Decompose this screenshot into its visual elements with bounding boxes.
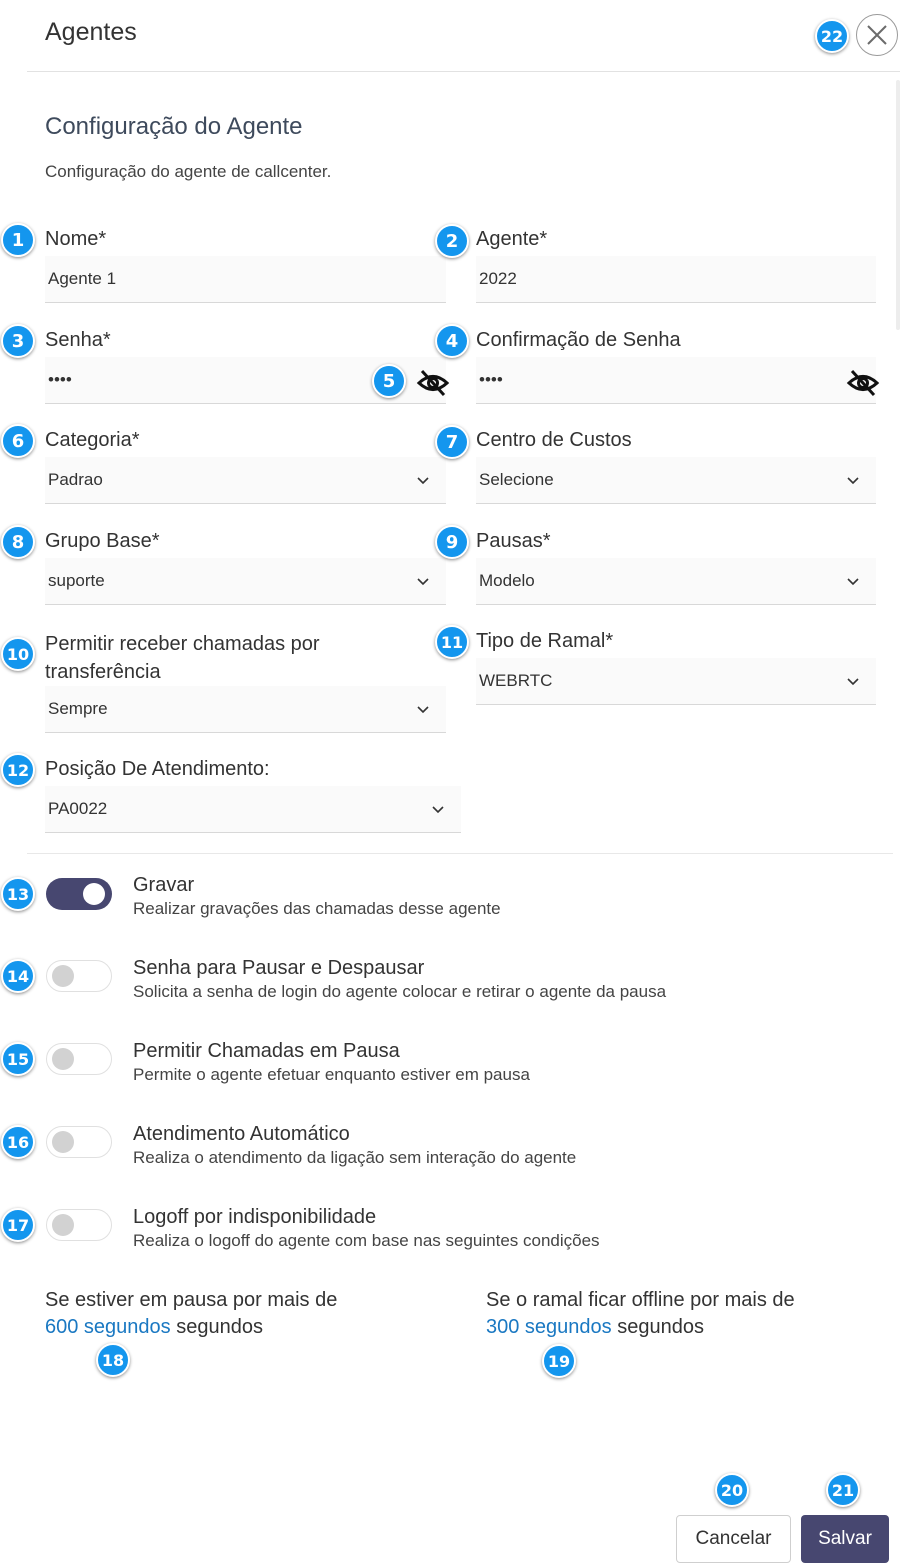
atendimento-automatico-title: Atendimento Automático	[133, 1123, 350, 1145]
annotation-badge: 12	[1, 753, 35, 787]
posicao-select[interactable]: PA0022	[45, 786, 461, 833]
agente-input[interactable]: 2022	[476, 256, 876, 303]
senha-pausar-title: Senha para Pausar e Despausar	[133, 957, 425, 979]
section-divider	[27, 853, 893, 854]
chevron-down-icon	[417, 706, 429, 714]
nome-label: Nome*	[45, 228, 107, 250]
header-divider	[27, 71, 900, 72]
gravar-desc: Realizar gravações das chamadas desse ag…	[133, 899, 501, 918]
atendimento-automatico-desc: Realiza o atendimento da ligação sem int…	[133, 1148, 577, 1167]
categoria-value: Padrao	[48, 470, 103, 489]
grupo-base-select[interactable]: suporte	[45, 558, 446, 605]
pausa-condition-value: 600 segundos segundos	[45, 1316, 263, 1338]
tipo-ramal-value: WEBRTC	[479, 671, 553, 690]
annotation-badge: 18	[96, 1343, 130, 1377]
posicao-label: Posição De Atendimento:	[45, 758, 270, 780]
gravar-toggle[interactable]	[46, 878, 112, 910]
categoria-label: Categoria*	[45, 429, 140, 451]
chevron-down-icon	[417, 477, 429, 485]
confirmacao-label: Confirmação de Senha	[476, 329, 681, 351]
cancel-button[interactable]: Cancelar	[676, 1515, 791, 1563]
annotation-badge: 2	[435, 224, 469, 258]
grupo-base-value: suporte	[48, 571, 105, 590]
pausa-condition-text: Se estiver em pausa por mais de	[45, 1289, 338, 1311]
gravar-title: Gravar	[133, 874, 195, 896]
annotation-badge: 16	[1, 1125, 35, 1159]
senha-pausar-desc: Solicita a senha de login do agente colo…	[133, 982, 667, 1001]
annotation-badge: 13	[1, 877, 35, 911]
transferencia-label: Permitir receber chamadas por transferên…	[45, 633, 320, 683]
chevron-down-icon	[847, 477, 859, 485]
annotation-badge: 4	[435, 324, 469, 358]
transferencia-value: Sempre	[48, 699, 108, 718]
section-subtitle: Configuração do agente de callcenter.	[45, 162, 332, 181]
annotation-badge: 3	[1, 324, 35, 358]
chevron-down-icon	[432, 806, 444, 814]
pausa-seconds-link[interactable]: 600 segundos	[45, 1316, 171, 1338]
logoff-desc: Realiza o logoff do agente com base nas …	[133, 1231, 600, 1250]
annotation-badge: 7	[435, 425, 469, 459]
chevron-down-icon	[847, 678, 859, 686]
logoff-toggle[interactable]	[46, 1209, 112, 1241]
annotation-badge: 5	[372, 364, 406, 398]
chamadas-pausa-desc: Permite o agente efetuar enquanto estive…	[133, 1065, 530, 1084]
annotation-badge: 10	[1, 637, 35, 671]
annotation-badge: 22	[815, 19, 849, 53]
annotation-badge: 17	[1, 1208, 35, 1242]
senha-pausar-toggle[interactable]	[46, 960, 112, 992]
tipo-ramal-select[interactable]: WEBRTC	[476, 658, 876, 705]
atendimento-automatico-toggle[interactable]	[46, 1126, 112, 1158]
scrollbar[interactable]	[896, 80, 900, 330]
pausas-select[interactable]: Modelo	[476, 558, 876, 605]
pausas-label: Pausas*	[476, 530, 551, 552]
annotation-badge: 1	[1, 223, 35, 257]
senha-label: Senha*	[45, 329, 111, 351]
annotation-badge: 20	[715, 1473, 749, 1507]
centro-custos-value: Selecione	[479, 470, 554, 489]
tipo-ramal-label: Tipo de Ramal*	[476, 630, 614, 652]
confirmacao-input[interactable]: ••••	[476, 357, 876, 404]
offline-condition-value: 300 segundos segundos	[486, 1316, 704, 1338]
chevron-down-icon	[417, 578, 429, 586]
close-button[interactable]	[856, 14, 898, 56]
annotation-badge: 9	[435, 525, 469, 559]
centro-custos-select[interactable]: Selecione	[476, 457, 876, 504]
close-icon	[867, 25, 887, 45]
annotation-badge: 14	[1, 959, 35, 993]
annotation-badge: 6	[1, 424, 35, 458]
page-title: Agentes	[45, 18, 137, 46]
offline-seconds-link[interactable]: 300 segundos	[486, 1316, 612, 1338]
annotation-badge: 15	[1, 1042, 35, 1076]
categoria-select[interactable]: Padrao	[45, 457, 446, 504]
section-title: Configuração do Agente	[45, 113, 303, 140]
chamadas-pausa-title: Permitir Chamadas em Pausa	[133, 1040, 400, 1062]
eye-off-icon[interactable]	[846, 368, 880, 398]
save-button[interactable]: Salvar	[801, 1515, 889, 1563]
centro-custos-label: Centro de Custos	[476, 429, 632, 451]
transferencia-select[interactable]: Sempre	[45, 686, 446, 733]
eye-off-icon[interactable]	[416, 368, 450, 398]
chevron-down-icon	[847, 578, 859, 586]
logoff-title: Logoff por indisponibilidade	[133, 1206, 377, 1228]
posicao-value: PA0022	[48, 799, 108, 818]
annotation-badge: 8	[1, 525, 35, 559]
chamadas-pausa-toggle[interactable]	[46, 1043, 112, 1075]
pausas-value: Modelo	[479, 571, 535, 590]
agente-label: Agente*	[476, 228, 548, 250]
annotation-badge: 19	[542, 1344, 576, 1378]
nome-input[interactable]: Agente 1	[45, 256, 446, 303]
grupo-base-label: Grupo Base*	[45, 530, 160, 552]
offline-condition-text: Se o ramal ficar offline por mais de	[486, 1289, 795, 1311]
annotation-badge: 21	[826, 1473, 860, 1507]
annotation-badge: 11	[435, 625, 469, 659]
